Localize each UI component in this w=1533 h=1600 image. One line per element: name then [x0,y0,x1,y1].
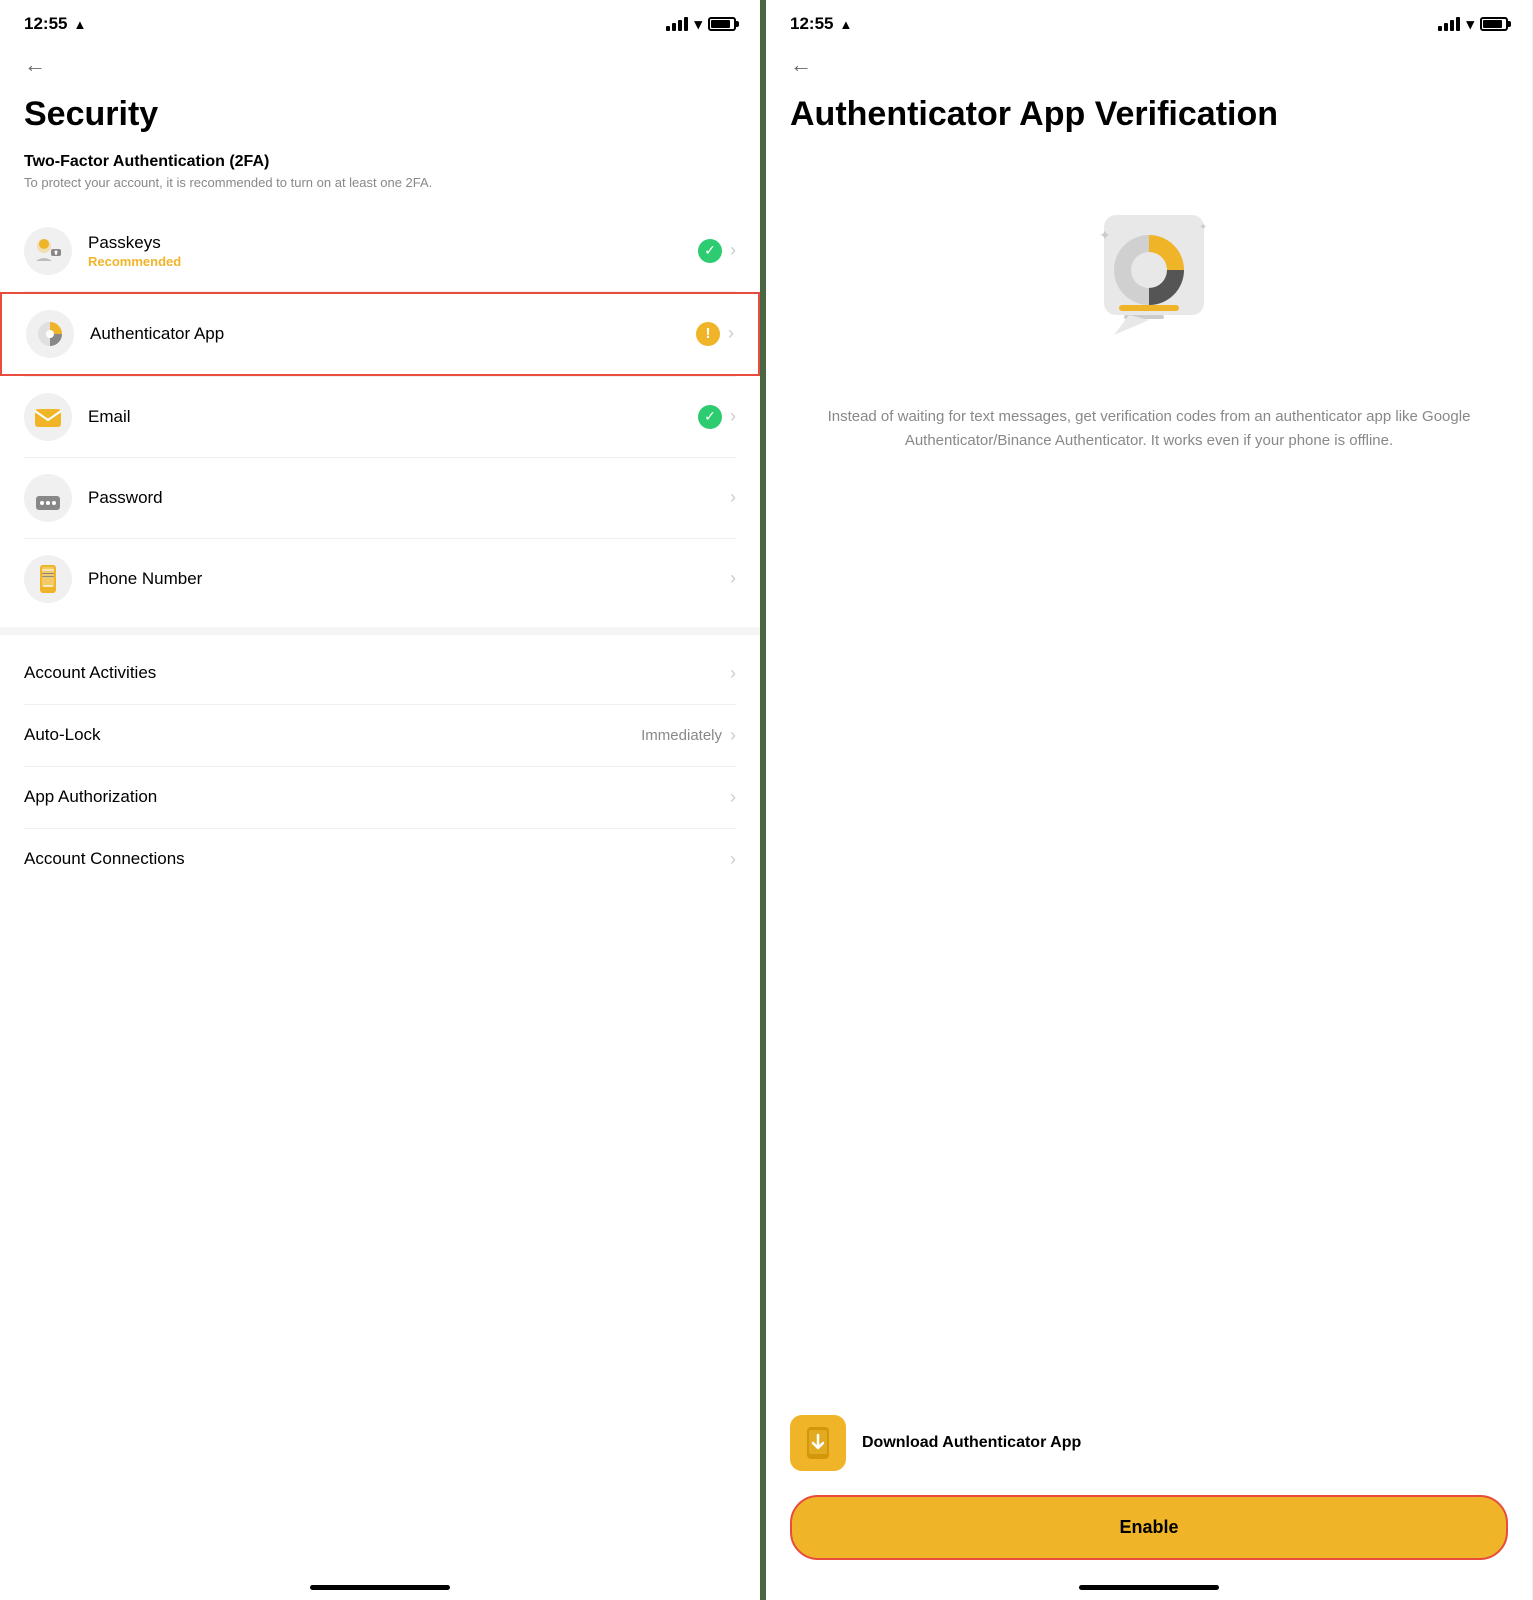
authenticator-warn-icon: ! [696,322,720,346]
account-connections-chevron-icon: › [730,849,736,870]
passkeys-sublabel: Recommended [88,254,698,269]
app-authorization-item[interactable]: App Authorization › [0,767,760,828]
passkeys-icon-wrap [24,227,72,275]
location-icon-left: ▲ [73,17,86,32]
location-icon-right: ▲ [839,17,852,32]
authenticator-app-item[interactable]: Authenticator App ! › [0,292,760,376]
app-authorization-chevron-icon: › [730,787,736,808]
battery-icon-right [1480,17,1508,31]
authenticator-app-illustration: ✦ ✦ [1059,185,1239,365]
svg-text:✦: ✦ [1199,222,1207,233]
account-activities-chevron-icon: › [730,663,736,684]
email-item[interactable]: Email ✓ › [0,377,760,457]
page-title-left: Security [0,78,760,145]
home-indicator-right [1079,1585,1219,1590]
phone-number-chevron-icon: › [730,568,736,589]
download-phone-icon [800,1425,836,1461]
battery-icon-left [708,17,736,31]
bottom-section: Download Authenticator App Enable [766,1399,1532,1560]
authenticator-icon [34,318,66,350]
phone-number-content: Phone Number [88,569,730,589]
wifi-icon-left: ▾ [694,15,702,33]
passkeys-label: Passkeys [88,233,698,253]
password-icon-wrap [24,474,72,522]
password-right: › [730,487,736,508]
download-label: Download Authenticator App [862,1434,1081,1452]
time-right: 12:55 [790,14,833,34]
right-screen: 12:55 ▲ ▾ ← Authenticator App Verificati… [766,0,1532,1600]
status-bar-right: 12:55 ▲ ▾ [766,0,1532,44]
auto-lock-label: Auto-Lock [24,725,101,745]
email-content: Email [88,407,698,427]
email-chevron-icon: › [730,406,736,427]
email-right: ✓ › [698,405,736,429]
authenticator-label: Authenticator App [90,324,696,344]
signal-icon-left [666,17,688,31]
passkeys-chevron-icon: › [730,240,736,261]
auto-lock-right: Immediately › [641,725,736,746]
auth-illustration: ✦ ✦ [766,145,1532,385]
time-left: 12:55 [24,14,67,34]
enable-button[interactable]: Enable [790,1495,1508,1560]
authenticator-content: Authenticator App [90,324,696,344]
passkeys-right: ✓ › [698,239,736,263]
authenticator-chevron-icon: › [728,323,734,344]
twofa-subtitle: To protect your account, it is recommend… [24,174,736,192]
signal-icon-right [1438,17,1460,31]
email-icon [32,401,64,433]
passkeys-icon [32,235,64,267]
password-label: Password [88,488,730,508]
phone-number-right: › [730,568,736,589]
download-row[interactable]: Download Authenticator App [790,1399,1508,1495]
passkeys-item[interactable]: Passkeys Recommended ✓ › [0,211,760,291]
twofa-section-header: Two-Factor Authentication (2FA) To prote… [0,145,760,198]
account-activities-item[interactable]: Account Activities › [0,643,760,704]
passkeys-check-icon: ✓ [698,239,722,263]
account-connections-right: › [730,849,736,870]
phone-icon-wrap [24,555,72,603]
password-icon [32,482,64,514]
account-activities-label: Account Activities [24,663,156,683]
app-authorization-right: › [730,787,736,808]
password-content: Password [88,488,730,508]
app-authorization-label: App Authorization [24,787,157,807]
passkeys-content: Passkeys Recommended [88,233,698,269]
auto-lock-item[interactable]: Auto-Lock Immediately › [0,705,760,766]
email-check-icon: ✓ [698,405,722,429]
home-indicator-left [310,1585,450,1590]
phone-number-item[interactable]: Phone Number › [0,539,760,619]
auto-lock-chevron-icon: › [730,725,736,746]
status-bar-left: 12:55 ▲ ▾ [0,0,760,44]
account-connections-label: Account Connections [24,849,185,869]
phone-number-label: Phone Number [88,569,730,589]
account-activities-right: › [730,663,736,684]
email-label: Email [88,407,698,427]
auto-lock-value: Immediately [641,727,722,744]
download-icon-wrap [790,1415,846,1471]
wifi-icon-right: ▾ [1466,15,1474,33]
authenticator-right: ! › [696,322,734,346]
left-screen: 12:55 ▲ ▾ ← Security Two-Factor Authenti… [0,0,766,1600]
back-button-right[interactable]: ← [766,44,1532,78]
svg-text:✦: ✦ [1099,227,1111,243]
authenticator-icon-wrap [26,310,74,358]
phone-number-icon [32,563,64,595]
email-icon-wrap [24,393,72,441]
auth-description: Instead of waiting for text messages, ge… [766,385,1532,473]
password-item[interactable]: Password › [0,458,760,538]
password-chevron-icon: › [730,487,736,508]
page-title-right: Authenticator App Verification [766,78,1532,145]
twofa-title: Two-Factor Authentication (2FA) [24,153,736,171]
account-connections-item[interactable]: Account Connections › [0,829,760,890]
back-button-left[interactable]: ← [0,44,760,78]
